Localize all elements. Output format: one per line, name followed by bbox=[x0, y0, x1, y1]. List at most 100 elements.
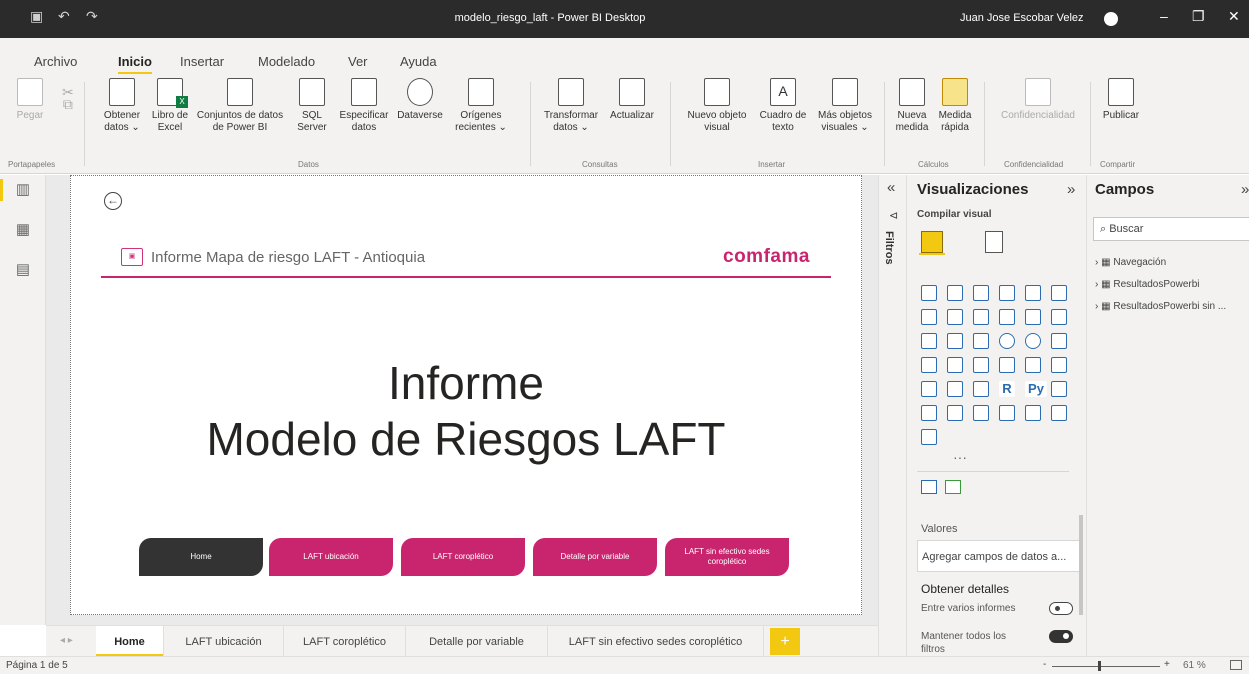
page-tab-laft-coropletico[interactable]: LAFT coroplético bbox=[284, 626, 406, 657]
expand-icon[interactable]: » bbox=[1067, 181, 1075, 198]
line-and-column-chart-icon[interactable] bbox=[999, 309, 1015, 325]
kpi-icon[interactable] bbox=[1051, 357, 1067, 373]
page-tab-laft-sin-efectivo[interactable]: LAFT sin efectivo sedes coroplético bbox=[548, 626, 764, 657]
menu-ayuda[interactable]: Ayuda bbox=[400, 54, 437, 69]
menu-inicio[interactable]: Inicio bbox=[118, 54, 152, 75]
redo-icon[interactable]: ↷ bbox=[86, 8, 98, 25]
sensitivity-button[interactable]: Confidencialidad bbox=[994, 78, 1082, 122]
paste-button[interactable]: Pegar bbox=[14, 78, 46, 122]
page-tab-laft-ubicacion[interactable]: LAFT ubicación bbox=[164, 626, 284, 657]
fields-well-icon[interactable] bbox=[921, 480, 937, 494]
zoom-in-button[interactable]: + bbox=[1164, 659, 1170, 670]
save-icon[interactable]: ▣ bbox=[30, 8, 43, 25]
scatter-chart-icon[interactable] bbox=[973, 333, 989, 349]
map-icon[interactable] bbox=[921, 357, 937, 373]
qa-visual-icon[interactable] bbox=[947, 405, 963, 421]
data-view-icon[interactable]: ▦ bbox=[12, 219, 34, 241]
matrix-icon[interactable] bbox=[973, 381, 989, 397]
100-stacked-bar-chart-icon[interactable] bbox=[1025, 285, 1041, 301]
sql-server-button[interactable]: SQL Server bbox=[292, 78, 332, 134]
slicer-icon[interactable] bbox=[921, 381, 937, 397]
zoom-level[interactable]: 61 % bbox=[1183, 660, 1206, 671]
cross-report-toggle[interactable] bbox=[1049, 602, 1073, 615]
enter-data-button[interactable]: Especificar datos bbox=[336, 78, 392, 134]
excel-button[interactable]: X Libro de Excel bbox=[146, 78, 194, 134]
undo-icon[interactable]: ↶ bbox=[58, 8, 70, 25]
values-drop-well[interactable]: Agregar campos de datos a... bbox=[917, 540, 1083, 572]
model-view-icon[interactable]: ▤ bbox=[12, 259, 34, 281]
page-tab-home[interactable]: Home bbox=[96, 626, 164, 657]
stacked-bar-chart-icon[interactable] bbox=[921, 285, 937, 301]
nav-button-laft-coropletico[interactable]: LAFT coroplético bbox=[401, 538, 525, 576]
report-page[interactable]: ← ▣ Informe Mapa de riesgo LAFT - Antioq… bbox=[70, 175, 862, 615]
fit-to-page-icon[interactable] bbox=[1230, 660, 1242, 670]
filters-pane[interactable]: « ⊲ Filtros bbox=[878, 175, 906, 656]
new-visual-button[interactable]: Nuevo objeto visual bbox=[678, 78, 756, 134]
card-icon[interactable] bbox=[999, 357, 1015, 373]
waterfall-chart-icon[interactable] bbox=[921, 333, 937, 349]
analytics-icon[interactable] bbox=[945, 480, 961, 494]
menu-insertar[interactable]: Insertar bbox=[180, 54, 224, 69]
power-automate-icon[interactable] bbox=[1051, 405, 1067, 421]
avatar[interactable] bbox=[1104, 12, 1118, 26]
minimize-icon[interactable]: – bbox=[1160, 8, 1168, 24]
ribbon-chart-icon[interactable] bbox=[1051, 309, 1067, 325]
quick-measure-button[interactable]: Medida rápida bbox=[934, 78, 976, 134]
zoom-out-button[interactable]: - bbox=[1043, 659, 1046, 670]
arcgis-map-icon[interactable] bbox=[921, 429, 937, 445]
pie-chart-icon[interactable] bbox=[999, 333, 1015, 349]
decomposition-tree-icon[interactable] bbox=[921, 405, 937, 421]
treemap-icon[interactable] bbox=[1051, 333, 1067, 349]
field-table-resultados[interactable]: › ▦ ResultadosPowerbi bbox=[1095, 279, 1200, 290]
nav-button-home[interactable]: Home bbox=[139, 538, 263, 576]
recent-sources-button[interactable]: Orígenes recientes ⌄ bbox=[450, 78, 512, 134]
build-visual-tab[interactable] bbox=[919, 229, 945, 255]
clustered-bar-chart-icon[interactable] bbox=[973, 285, 989, 301]
page-tab-detalle[interactable]: Detalle por variable bbox=[406, 626, 548, 657]
line-and-clustered-column-chart-icon[interactable] bbox=[1025, 309, 1041, 325]
filled-map-icon[interactable] bbox=[947, 357, 963, 373]
refresh-button[interactable]: Actualizar bbox=[604, 78, 660, 122]
field-table-resultados-sin[interactable]: › ▦ ResultadosPowerbi sin ... bbox=[1095, 301, 1226, 312]
format-visual-tab[interactable] bbox=[981, 229, 1007, 255]
smart-narrative-icon[interactable] bbox=[973, 405, 989, 421]
nav-button-detalle[interactable]: Detalle por variable bbox=[533, 538, 657, 576]
keep-filters-toggle[interactable] bbox=[1049, 630, 1073, 643]
stacked-column-chart-icon[interactable] bbox=[947, 285, 963, 301]
donut-chart-icon[interactable] bbox=[1025, 333, 1041, 349]
more-visuals-button[interactable]: Más objetos visuales ⌄ bbox=[812, 78, 878, 134]
multi-row-card-icon[interactable] bbox=[1025, 357, 1041, 373]
fields-search-input[interactable]: ⌕ Buscar bbox=[1093, 217, 1249, 241]
r-script-visual-icon[interactable]: R bbox=[999, 381, 1015, 397]
gauge-icon[interactable] bbox=[973, 357, 989, 373]
get-data-button[interactable]: Obtener datos ⌄ bbox=[96, 78, 148, 134]
new-measure-button[interactable]: Nueva medida bbox=[892, 78, 932, 134]
stacked-area-chart-icon[interactable] bbox=[973, 309, 989, 325]
more-visuals-ellipsis-icon[interactable]: ··· bbox=[953, 449, 967, 465]
line-chart-icon[interactable] bbox=[921, 309, 937, 325]
power-apps-icon[interactable] bbox=[1025, 405, 1041, 421]
publish-button[interactable]: Publicar bbox=[1098, 78, 1144, 122]
page-scroll-arrows-icon[interactable]: ◂ ▸ bbox=[60, 635, 73, 646]
nav-button-laft-sin-efectivo[interactable]: LAFT sin efectivo sedes coroplético bbox=[665, 538, 789, 576]
transform-data-button[interactable]: Transformar datos ⌄ bbox=[540, 78, 602, 134]
menu-ver[interactable]: Ver bbox=[348, 54, 368, 69]
text-box-button[interactable]: A Cuadro de texto bbox=[754, 78, 812, 134]
field-table-navegacion[interactable]: › ▦ Navegación bbox=[1095, 257, 1166, 268]
filters-label[interactable]: Filtros bbox=[883, 231, 895, 265]
dataverse-button[interactable]: Dataverse bbox=[394, 78, 446, 122]
menu-modelado[interactable]: Modelado bbox=[258, 54, 315, 69]
funnel-chart-icon[interactable] bbox=[947, 333, 963, 349]
add-page-button[interactable]: + bbox=[770, 628, 800, 655]
powerbi-datasets-button[interactable]: Conjuntos de datos de Power BI bbox=[194, 78, 286, 134]
clustered-column-chart-icon[interactable] bbox=[999, 285, 1015, 301]
paginated-report-icon[interactable] bbox=[999, 405, 1015, 421]
zoom-slider[interactable] bbox=[1052, 666, 1160, 667]
collapse-icon[interactable]: » bbox=[1241, 181, 1249, 198]
report-view-icon[interactable]: ▥ bbox=[0, 179, 34, 201]
menu-archivo[interactable]: Archivo bbox=[34, 54, 77, 69]
100-stacked-column-chart-icon[interactable] bbox=[1051, 285, 1067, 301]
python-visual-icon[interactable]: Py bbox=[1025, 381, 1047, 397]
close-icon[interactable]: ✕ bbox=[1228, 8, 1240, 25]
table-visual-icon[interactable] bbox=[947, 381, 963, 397]
